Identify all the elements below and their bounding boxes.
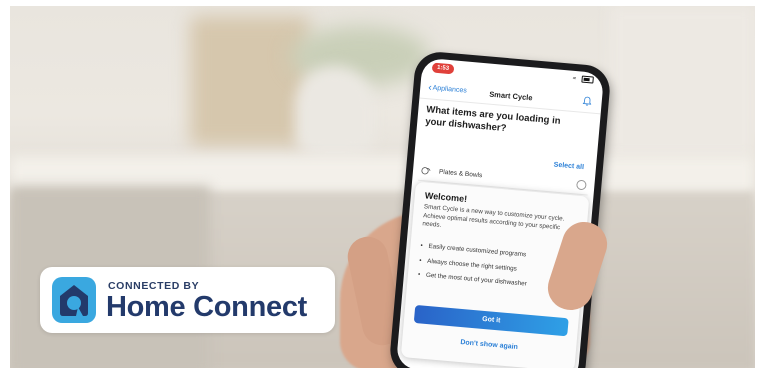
phone-screen: 1:53 ≈ ‹Appliances Smart Cycle What item… <box>395 57 605 368</box>
modal-body: Smart Cycle is a new way to customize yo… <box>422 203 565 231</box>
brand-name: Home Connect <box>106 291 308 323</box>
status-time: 1:53 <box>431 62 455 75</box>
background-books <box>190 16 310 146</box>
status-icons: ≈ <box>572 75 594 84</box>
plates-bowls-icon <box>421 167 431 175</box>
home-connect-badge: CONNECTED BY Home Connect <box>40 267 335 333</box>
background-wall <box>610 6 755 156</box>
got-it-button[interactable]: Got it <box>413 304 569 337</box>
bell-icon[interactable] <box>582 96 592 107</box>
nav-title: Smart Cycle <box>488 89 533 103</box>
radio-icon[interactable] <box>575 179 587 191</box>
modal-title: Welcome! <box>424 190 468 205</box>
item-label: Plates & Bowls <box>438 168 483 180</box>
home-connect-logo-icon <box>52 277 96 323</box>
background-vase <box>295 66 375 156</box>
wifi-icon: ≈ <box>572 75 578 83</box>
smartphone: 1:53 ≈ ‹Appliances Smart Cycle What item… <box>388 50 612 368</box>
select-all-link[interactable]: Select all <box>553 161 584 171</box>
dont-show-again-button[interactable]: Don't show again <box>402 334 576 356</box>
battery-icon <box>581 75 594 84</box>
